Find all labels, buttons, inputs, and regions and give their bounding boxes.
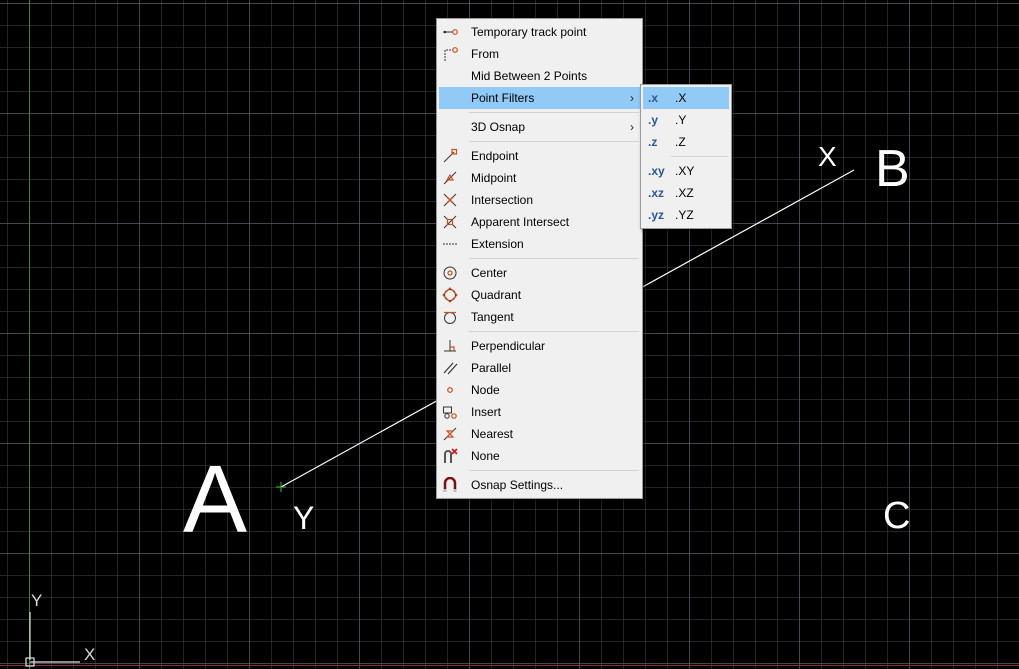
- menu-item-apparent-intersect[interactable]: Apparent Intersect: [439, 211, 640, 233]
- menu-item-label: Extension: [471, 237, 524, 251]
- submenu-item-label: .Y: [675, 113, 687, 127]
- menu-item-temporary-track-point[interactable]: Temporary track point: [439, 21, 640, 43]
- menu-item-extension[interactable]: Extension: [439, 233, 640, 255]
- menu-item-label: Node: [471, 383, 500, 397]
- apparent-intersect-icon: [442, 214, 458, 230]
- menu-item-label: Point Filters: [471, 91, 535, 105]
- menu-item-label: Osnap Settings...: [471, 478, 564, 492]
- point-label-c: C: [883, 495, 911, 537]
- temporary-track-point-icon: [442, 24, 458, 40]
- menu-item-insert[interactable]: Insert: [439, 401, 640, 423]
- menu-item-label: Parallel: [471, 361, 512, 375]
- menu-item-label: Nearest: [471, 427, 514, 441]
- menu-item-label: Intersection: [471, 193, 534, 207]
- menu-separator: [469, 331, 639, 332]
- menu-separator: [469, 470, 639, 471]
- submenu-arrow-icon: ›: [630, 120, 634, 134]
- menu-item-nearest[interactable]: Nearest: [439, 423, 640, 445]
- menu-item-label: Quadrant: [471, 288, 522, 302]
- submenu-item-y[interactable]: .y .Y: [643, 109, 729, 131]
- menu-item-label: Tangent: [471, 310, 514, 324]
- crosshair-cursor-icon: [276, 482, 286, 492]
- menu-item-label: Mid Between 2 Points: [471, 69, 588, 83]
- menu-item-none[interactable]: None: [439, 445, 640, 467]
- menu-item-label: Perpendicular: [471, 339, 546, 353]
- submenu-item-x[interactable]: .x .X: [643, 87, 729, 109]
- filter-yz-icon: .yz: [648, 208, 665, 222]
- parallel-icon: [442, 360, 458, 376]
- menu-item-center[interactable]: Center: [439, 262, 640, 284]
- intersection-icon: [442, 192, 458, 208]
- axis-label-y: Y: [293, 500, 315, 536]
- ucs-x-label: X: [84, 645, 96, 664]
- menu-separator: [469, 141, 639, 142]
- nearest-icon: [442, 426, 458, 442]
- menu-item-label: None: [471, 449, 500, 463]
- menu-item-node[interactable]: Node: [439, 379, 640, 401]
- menu-item-from[interactable]: From: [439, 43, 640, 65]
- submenu-separator: [671, 156, 728, 157]
- submenu-item-label: .XZ: [675, 186, 694, 200]
- menu-item-3d-osnap[interactable]: 3D Osnap ›: [439, 116, 640, 138]
- filter-x-icon: .x: [648, 91, 659, 105]
- point-label-b: B: [875, 140, 910, 198]
- menu-item-label: Center: [471, 266, 508, 280]
- filter-z-icon: .z: [648, 135, 658, 149]
- point-filters-submenu: .x .X .y .Y .z .Z .xy .XY .xz .XZ .yz .Y…: [640, 84, 732, 229]
- quadrant-icon: [442, 287, 458, 303]
- menu-item-label: Temporary track point: [471, 25, 587, 39]
- submenu-item-yz[interactable]: .yz .YZ: [643, 204, 729, 226]
- submenu-item-label: .YZ: [675, 208, 694, 222]
- menu-item-perpendicular[interactable]: Perpendicular: [439, 335, 640, 357]
- menu-item-label: Apparent Intersect: [471, 215, 570, 229]
- submenu-item-xz[interactable]: .xz .XZ: [643, 182, 729, 204]
- midpoint-icon: [442, 170, 458, 186]
- axis-label-x: X: [818, 141, 837, 172]
- submenu-arrow-icon: ›: [630, 91, 634, 105]
- menu-separator: [469, 258, 639, 259]
- filter-xy-icon: .xy: [648, 164, 665, 178]
- none-icon: [442, 448, 458, 464]
- menu-item-tangent[interactable]: Tangent: [439, 306, 640, 328]
- submenu-item-label: .X: [675, 91, 687, 105]
- menu-item-label: Insert: [471, 405, 502, 419]
- menu-item-intersection[interactable]: Intersection: [439, 189, 640, 211]
- menu-item-label: Endpoint: [471, 149, 519, 163]
- menu-item-osnap-settings[interactable]: Osnap Settings...: [439, 474, 640, 496]
- perpendicular-icon: [442, 338, 458, 354]
- from-icon: [442, 46, 458, 62]
- filter-xz-icon: .xz: [648, 186, 665, 200]
- endpoint-icon: [442, 148, 458, 164]
- menu-item-label: Midpoint: [471, 171, 517, 185]
- filter-y-icon: .y: [648, 113, 659, 127]
- menu-item-endpoint[interactable]: Endpoint: [439, 145, 640, 167]
- center-icon: [442, 265, 458, 281]
- menu-item-label: 3D Osnap: [471, 120, 526, 134]
- menu-separator: [469, 112, 639, 113]
- menu-item-mid-between-2-points[interactable]: Mid Between 2 Points: [439, 65, 640, 87]
- menu-item-midpoint[interactable]: Midpoint: [439, 167, 640, 189]
- osnap-context-menu: Temporary track point From Mid Between 2…: [436, 18, 643, 499]
- point-label-a: A: [183, 446, 248, 553]
- node-icon: [442, 382, 458, 398]
- submenu-item-label: .Z: [675, 135, 686, 149]
- insert-icon: [442, 404, 458, 420]
- tangent-icon: [442, 309, 458, 325]
- menu-item-label: From: [471, 47, 499, 61]
- menu-item-parallel[interactable]: Parallel: [439, 357, 640, 379]
- ucs-icon: [25, 612, 80, 667]
- osnap-settings-icon: [442, 477, 458, 493]
- menu-item-quadrant[interactable]: Quadrant: [439, 284, 640, 306]
- extension-icon: [442, 236, 458, 252]
- submenu-item-xy[interactable]: .xy .XY: [643, 160, 729, 182]
- submenu-item-z[interactable]: .z .Z: [643, 131, 729, 153]
- submenu-item-label: .XY: [675, 164, 695, 178]
- ucs-y-label: Y: [31, 591, 43, 610]
- menu-item-point-filters[interactable]: Point Filters ›: [439, 87, 640, 109]
